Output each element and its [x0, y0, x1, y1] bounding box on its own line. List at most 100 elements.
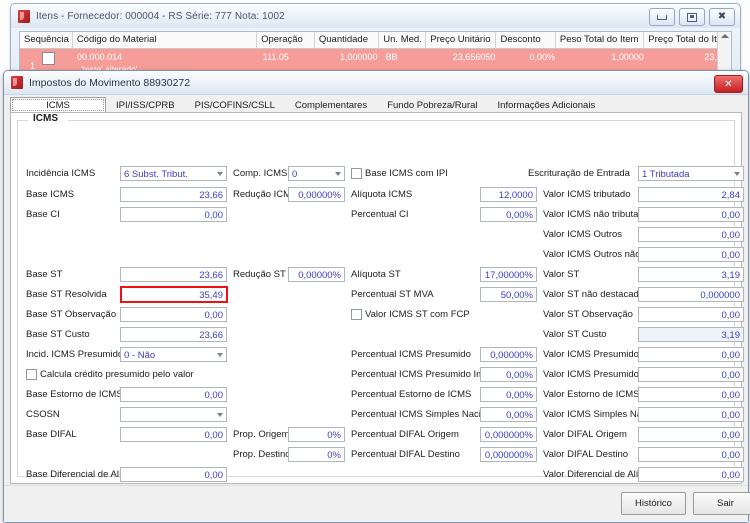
itens-window-controls: ✖ — [649, 8, 735, 26]
col-header-un-med[interactable]: Un. Med. — [379, 32, 427, 48]
chevron-down-icon — [335, 172, 341, 176]
grid-header-row: Sequência Código do Material Operação Qu… — [20, 32, 731, 49]
input-valor-icms-presumido-pr[interactable]: 0,00 — [638, 367, 744, 382]
chevron-down-icon — [734, 172, 740, 176]
label-base-difal: Base DIFAL — [26, 429, 77, 440]
select-incid-icms-presumido[interactable]: 0 - Não — [120, 347, 227, 362]
select-csosn[interactable] — [120, 407, 227, 422]
select-incidencia-icms[interactable]: 6 Subst. Tribut. — [120, 166, 227, 181]
input-valor-st-nao-destacado[interactable]: 0,000000 — [638, 287, 744, 302]
input-base-st[interactable]: 23,66 — [120, 267, 227, 282]
select-escrituracao-entrada-value: 1 Tributada — [642, 169, 690, 180]
input-valor-icms-simples-nacional[interactable]: 0,00 — [638, 407, 744, 422]
label-incid-icms-presumido: Incid. ICMS Presumido — [26, 349, 124, 360]
input-reducao-st[interactable]: 0,00000% — [288, 267, 345, 282]
select-comp-icms[interactable]: 0 — [288, 166, 345, 181]
input-reducao-icms[interactable]: 0,00000% — [288, 187, 345, 202]
historico-button[interactable]: Histórico — [621, 492, 686, 515]
sair-button-label: Sair — [717, 498, 734, 509]
close-button[interactable]: ✖ — [709, 8, 735, 26]
label-valor-difal-origem: Valor DIFAL Origem — [543, 429, 627, 440]
input-valor-icms-tributado[interactable]: 2,84 — [638, 187, 744, 202]
input-base-estorno-icms[interactable]: 0,00 — [120, 387, 227, 402]
input-aliquota-st[interactable]: 17,00000% — [480, 267, 537, 282]
tab-complementares[interactable]: Complementares — [285, 97, 377, 113]
label-valor-icms-nao-tributado: Valor ICMS não tributado — [543, 209, 649, 220]
label-base-st-resolvida: Base ST Resolvida — [26, 289, 107, 300]
label-prop-destino: Prop. Destino — [233, 449, 291, 460]
input-valor-estorno-icms[interactable]: 0,00 — [638, 387, 744, 402]
close-button[interactable]: ✕ — [714, 75, 743, 93]
input-prop-origem[interactable]: 0% — [288, 427, 345, 442]
sair-button[interactable]: Sair — [693, 492, 750, 515]
input-percentual-difal-destino[interactable]: 0,000000% — [480, 447, 537, 462]
icms-group-box: ICMS Incidência ICMS 6 Subst. Tribut. Co… — [17, 113, 744, 482]
input-base-st-resolvida[interactable]: 35,49 — [120, 286, 228, 303]
input-valor-st-custo: 3,19 — [638, 327, 744, 342]
input-aliquota-icms[interactable]: 12,0000 — [480, 187, 537, 202]
input-valor-icms-presumido[interactable]: 0,00 — [638, 347, 744, 362]
input-percentual-estorno-icms[interactable]: 0,00% — [480, 387, 537, 402]
input-base-difal[interactable]: 0,00 — [120, 427, 227, 442]
input-valor-difal-origem[interactable]: 0,00 — [638, 427, 744, 442]
col-header-operacao[interactable]: Operação — [257, 32, 315, 48]
itens-title-bar: Itens - Fornecedor: 000004 - RS Série: 7… — [11, 4, 740, 28]
tab-informacoes-adicionais[interactable]: Informações Adicionais — [488, 97, 606, 113]
input-percentual-icms-simples-nacional[interactable]: 0,00% — [480, 407, 537, 422]
input-base-ci[interactable]: 0,00 — [120, 207, 227, 222]
label-valor-st: Valor ST — [543, 269, 580, 280]
label-valor-st-observacao: Valor ST Observação — [543, 309, 633, 320]
input-base-icms[interactable]: 23,66 — [120, 187, 227, 202]
label-valor-estorno-icms: Valor Estorno de ICMS — [543, 389, 640, 400]
input-valor-diferencial-aliquota[interactable]: 0,00 — [638, 467, 744, 482]
tab-fundo-pobreza-rural[interactable]: Fundo Pobreza/Rural — [377, 97, 487, 113]
input-valor-st-observacao[interactable]: 0,00 — [638, 307, 744, 322]
input-percentual-icms-presumido-pr[interactable]: 0,00% — [480, 367, 537, 382]
select-comp-icms-value: 0 — [292, 169, 298, 180]
checkbox-base-icms-com-ipi[interactable]: Base ICMS com IPI — [351, 167, 448, 180]
minimize-icon — [657, 14, 667, 20]
select-escrituracao-entrada[interactable]: 1 Tributada — [638, 166, 744, 181]
col-header-desconto[interactable]: Desconto — [496, 32, 556, 48]
tab-pis-cofins-csll[interactable]: PIS/COFINS/CSLL — [185, 97, 285, 113]
label-percentual-difal-destino: Percentual DIFAL Destino — [351, 449, 460, 460]
input-valor-difal-destino[interactable]: 0,00 — [638, 447, 744, 462]
input-base-st-observacao[interactable]: 0,00 — [120, 307, 227, 322]
input-prop-destino[interactable]: 0% — [288, 447, 345, 462]
impostos-window-title: Impostos do Movimento 88930272 — [29, 76, 191, 89]
label-valor-icms-outros: Valor ICMS Outros — [543, 229, 623, 240]
maximize-button[interactable] — [679, 8, 705, 26]
input-percentual-ci[interactable]: 0,00% — [480, 207, 537, 222]
label-csosn: CSOSN — [26, 409, 60, 420]
input-percentual-difal-origem[interactable]: 0,000000% — [480, 427, 537, 442]
col-header-peso-total[interactable]: Peso Total do Item — [556, 32, 645, 48]
col-header-preco-unitario[interactable]: Preço Unitário — [426, 32, 497, 48]
tab-icms[interactable]: ICMS — [10, 97, 106, 113]
label-incidencia-icms: Incidência ICMS — [26, 168, 96, 179]
row-checkbox[interactable] — [42, 52, 55, 65]
label-comp-icms: Comp. ICMS — [233, 168, 288, 179]
col-header-sequencia[interactable]: Sequência — [20, 32, 73, 48]
tab-bar: ICMS IPI/ISS/CPRB PIS/COFINS/CSLL Comple… — [10, 96, 742, 113]
input-percentual-icms-presumido[interactable]: 0,00000% — [480, 347, 537, 362]
checkbox-valor-icms-st-com-fcp[interactable]: Valor ICMS ST com FCP — [351, 308, 470, 321]
col-header-quantidade[interactable]: Quantidade — [315, 32, 380, 48]
col-header-codigo-material[interactable]: Código do Material — [73, 32, 258, 48]
label-prop-origem: Prop. Origem — [233, 429, 290, 440]
input-valor-icms-nao-tributado[interactable]: 0,00 — [638, 207, 744, 222]
tab-panel-icms: ICMS Incidência ICMS 6 Subst. Tribut. Co… — [10, 112, 744, 484]
input-base-diferencial-aliquota[interactable]: 0,00 — [120, 467, 227, 482]
scroll-up-icon[interactable] — [720, 34, 729, 38]
input-base-st-custo[interactable]: 23,66 — [120, 327, 227, 342]
tab-ipi-iss-cprb[interactable]: IPI/ISS/CPRB — [106, 97, 185, 113]
minimize-button[interactable] — [649, 8, 675, 26]
input-valor-st[interactable]: 3,19 — [638, 267, 744, 282]
input-valor-icms-outros[interactable]: 0,00 — [638, 227, 744, 242]
label-aliquota-icms: Alíquota ICMS — [351, 189, 413, 200]
impostos-window: Impostos do Movimento 88930272 ✕ ICMS IP… — [3, 70, 750, 523]
select-incid-icms-presumido-value: 0 - Não — [124, 350, 156, 361]
input-percentual-st-mva[interactable]: 50,00% — [480, 287, 537, 302]
checkbox-calcula-credito-presumido[interactable]: Calcula crédito presumido pelo valor — [26, 368, 194, 381]
input-valor-icms-outros-nao-dest[interactable]: 0,00 — [638, 247, 744, 262]
label-percentual-st-mva: Percentual ST MVA — [351, 289, 434, 300]
